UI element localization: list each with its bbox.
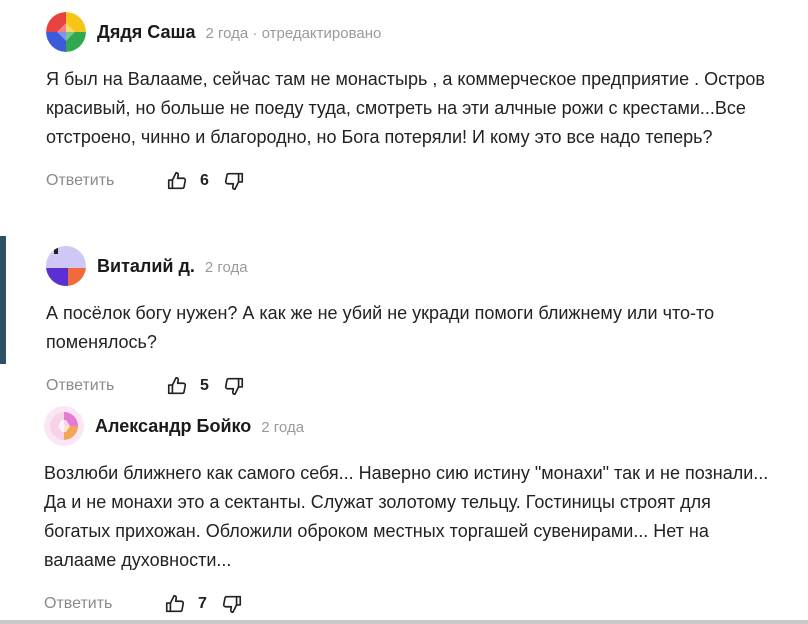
avatar-image xyxy=(46,12,86,52)
avatar-image xyxy=(44,406,84,446)
like-count: 6 xyxy=(200,172,209,189)
avatar[interactable] xyxy=(46,246,86,286)
reply-button[interactable]: Ответить xyxy=(46,172,164,190)
comment-header: Александр Бойко 2 года xyxy=(44,406,788,446)
comment-meta: 2 года xyxy=(261,419,305,436)
author-name[interactable]: Дядя Саша xyxy=(97,22,196,43)
comment-actions: Ответить 6 xyxy=(46,166,788,196)
comment-1: Дядя Саша 2 года · отредактировано Я был… xyxy=(46,12,788,196)
comment-meta: 2 года xyxy=(204,259,248,276)
window-edge-bottom xyxy=(0,620,808,624)
comment-meta: 2 года · отредактировано xyxy=(205,25,382,42)
avatar[interactable] xyxy=(46,12,86,52)
thumbs-down-icon[interactable] xyxy=(221,373,247,399)
like-count: 7 xyxy=(198,595,207,612)
like-count: 5 xyxy=(200,377,209,394)
comment-text: Я был на Валааме, сейчас там не монастыр… xyxy=(46,69,765,147)
thumbs-down-icon[interactable] xyxy=(221,168,247,194)
comment-header: Дядя Саша 2 года · отредактировано xyxy=(46,12,788,52)
comment-actions: Ответить 7 xyxy=(44,589,788,619)
thumbs-up-icon[interactable] xyxy=(164,373,190,399)
reply-button[interactable]: Ответить xyxy=(46,377,164,395)
reply-button[interactable]: Ответить xyxy=(44,595,162,613)
comment-actions: Ответить 5 xyxy=(46,371,788,401)
comment-3: Александр Бойко 2 года Возлюби ближнего … xyxy=(44,406,788,619)
avatar-image xyxy=(46,246,86,286)
thumbs-up-icon[interactable] xyxy=(164,168,190,194)
window-edge-left xyxy=(0,236,6,364)
comment-text: А посёлок богу нужен? А как же не убий н… xyxy=(46,303,715,352)
thumbs-up-icon[interactable] xyxy=(162,591,188,617)
author-name[interactable]: Виталий д. xyxy=(97,256,195,277)
comment-header: Виталий д. 2 года xyxy=(46,246,788,286)
thumbs-down-icon[interactable] xyxy=(219,591,245,617)
comment-2: Виталий д. 2 года А посёлок богу нужен? … xyxy=(46,246,788,401)
comment-text: Возлюби ближнего как самого себя... Наве… xyxy=(44,463,769,570)
avatar[interactable] xyxy=(44,406,84,446)
author-name[interactable]: Александр Бойко xyxy=(95,416,251,437)
